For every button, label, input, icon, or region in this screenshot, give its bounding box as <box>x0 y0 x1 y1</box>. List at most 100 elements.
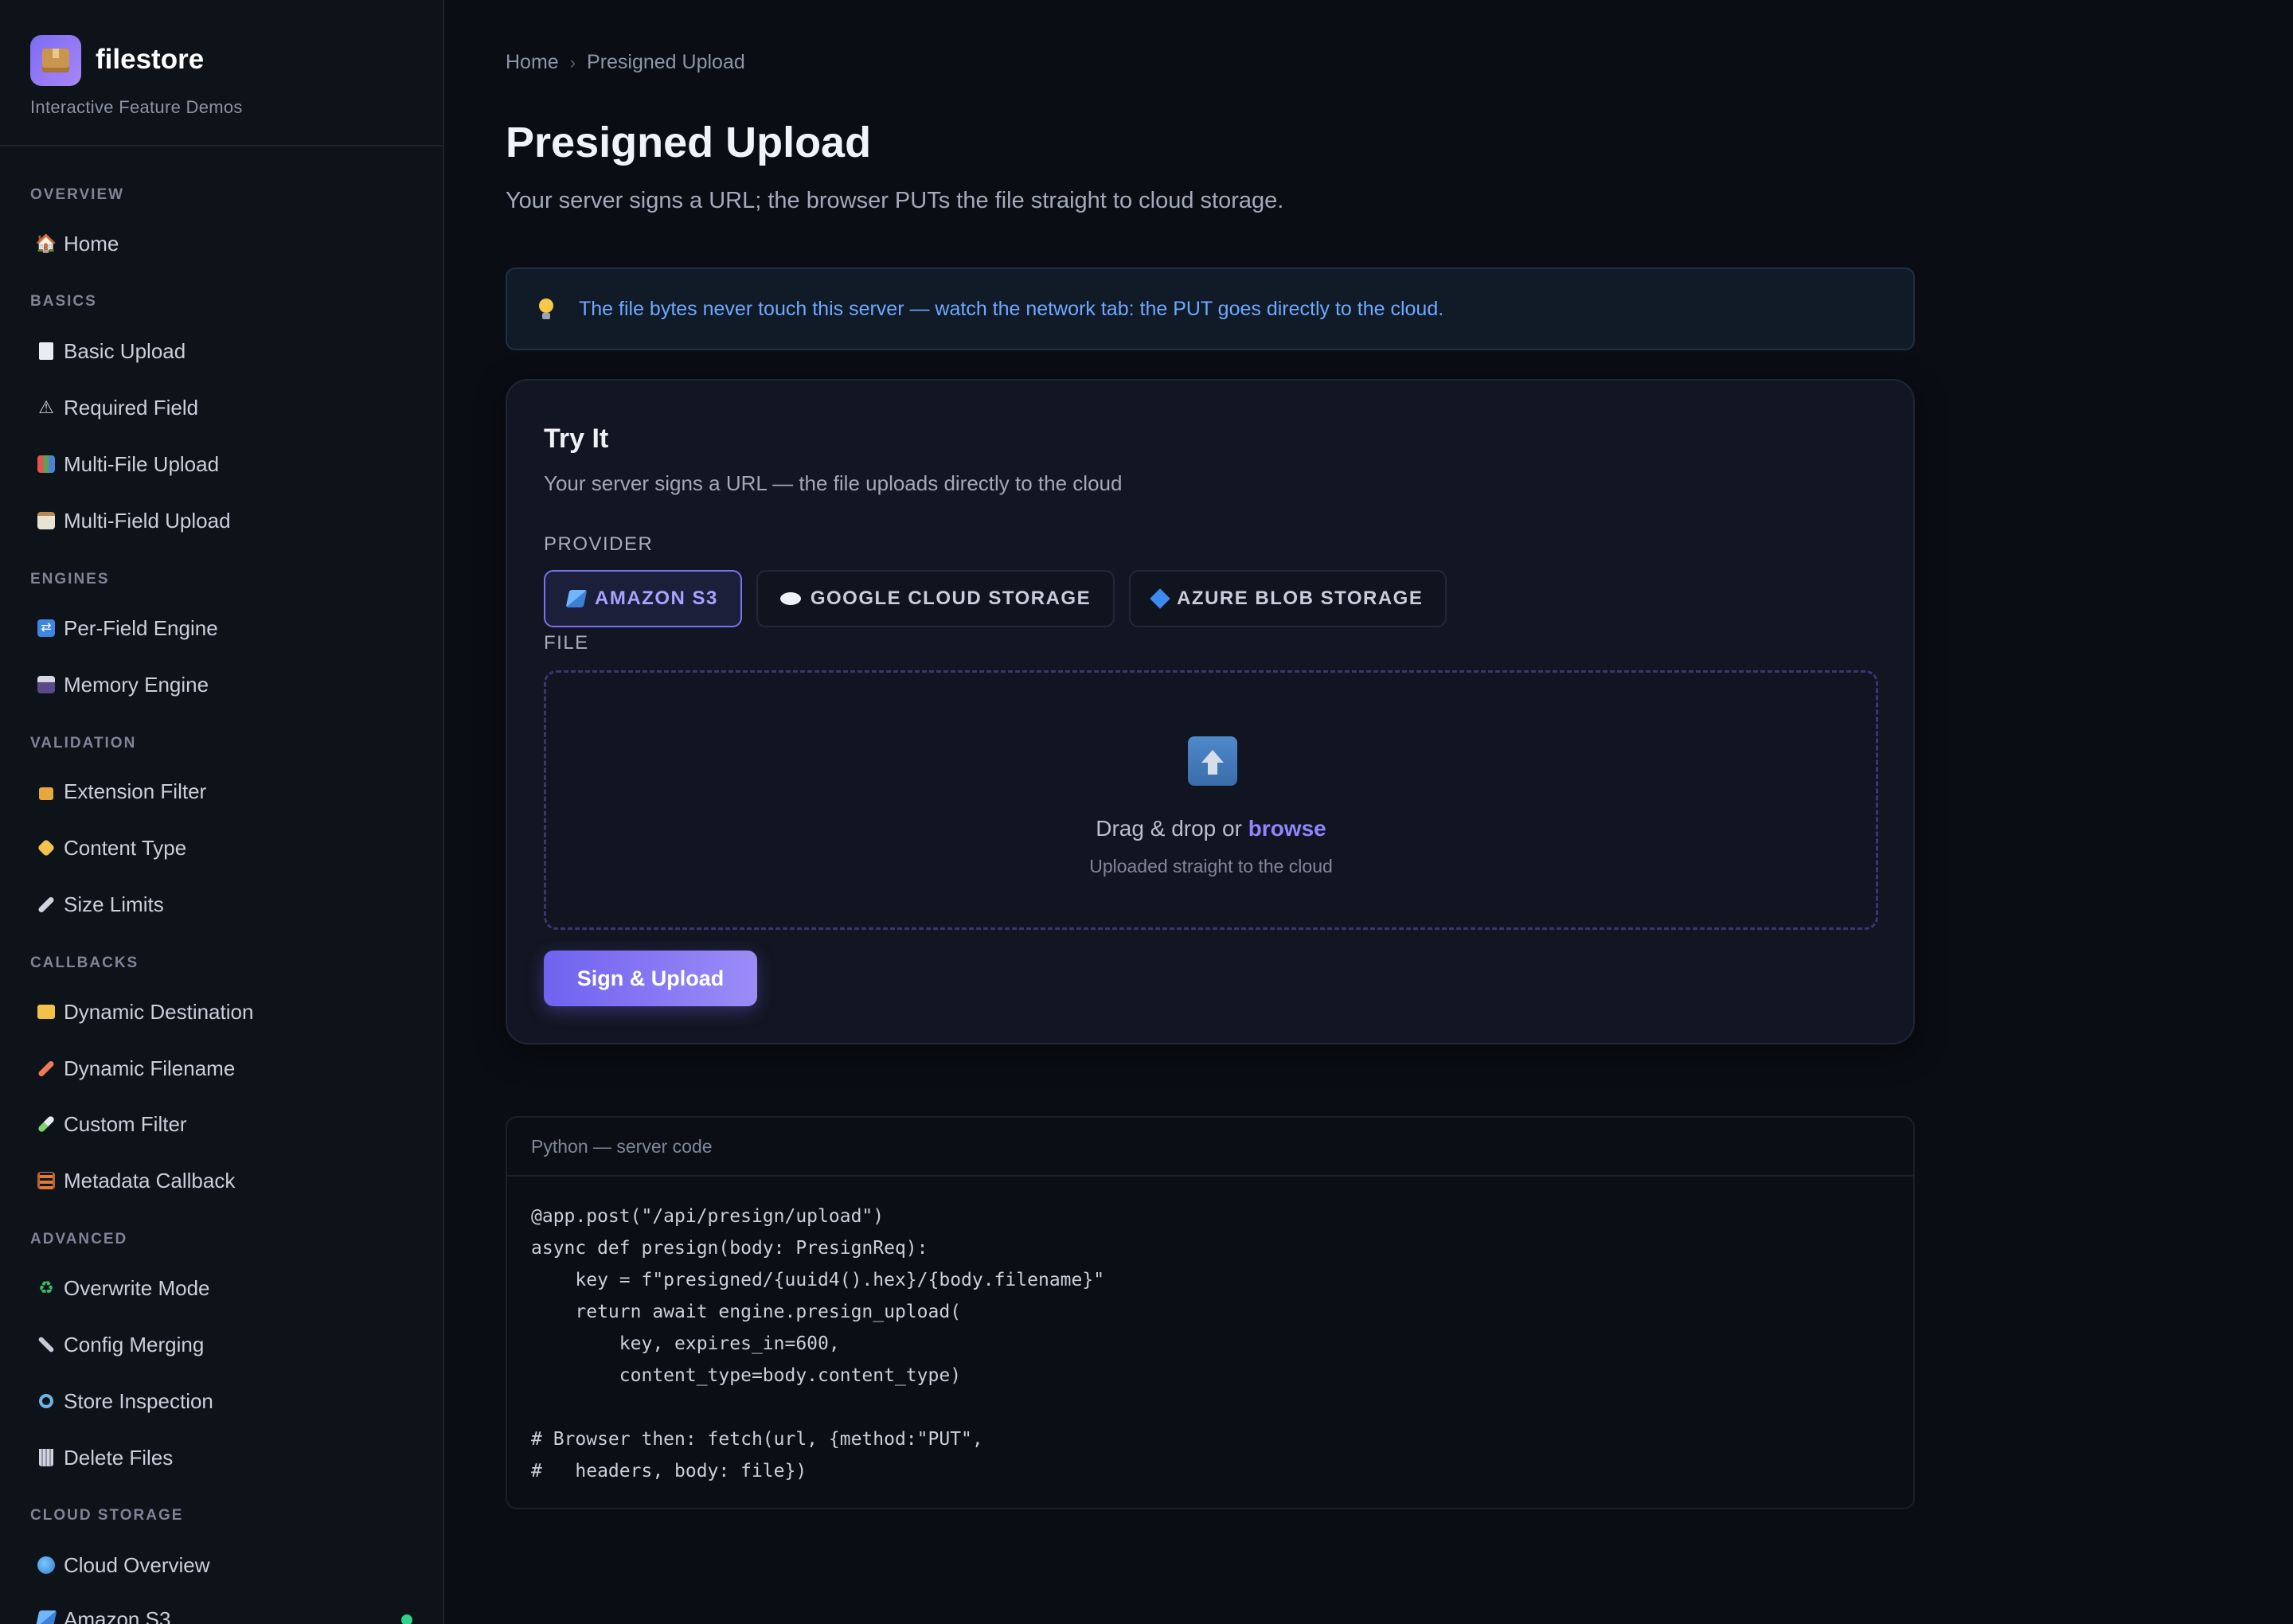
sidebar-item-dynamic-destination[interactable]: Dynamic Destination <box>30 990 412 1034</box>
sidebar-item-label: Cloud Overview <box>64 1552 210 1577</box>
dropzone-hint: Uploaded straight to the cloud <box>1089 856 1333 876</box>
brand: filestore Interactive Feature Demos <box>0 0 443 146</box>
status-online-dot <box>401 1614 412 1624</box>
card-title: Try It <box>544 424 609 454</box>
sidebar-item-label: Custom Filter <box>64 1111 187 1136</box>
nav-section-validation: VALIDATION <box>30 735 137 751</box>
sidebar-item-label: Multi-File Upload <box>64 451 220 476</box>
sidebar-item-label: Extension Filter <box>64 779 207 803</box>
code-line: return await engine.presign_upload( <box>531 1302 962 1322</box>
sidebar-item-metadata-callback[interactable]: Metadata Callback <box>30 1158 412 1203</box>
dropzone-text: Drag & drop or browse <box>546 816 1876 841</box>
magnifier-icon <box>35 1390 57 1412</box>
floppy-disk-icon <box>35 673 57 696</box>
sidebar-item-multi-file-upload[interactable]: Multi-File Upload <box>30 442 412 486</box>
file-dropzone[interactable]: Drag & drop or browse Uploaded straight … <box>544 670 1878 930</box>
sign-upload-button[interactable]: Sign & Upload <box>544 951 757 1006</box>
page-icon <box>35 340 57 362</box>
nav-section-cloud-storage: CLOUD STORAGE <box>30 1507 184 1524</box>
sidebar-item-config-merging[interactable]: Config Merging <box>30 1322 412 1367</box>
books-icon <box>35 453 57 475</box>
file-label: FILE <box>544 632 589 654</box>
nav-section-basics: BASICS <box>30 293 97 310</box>
sidebar-item-label: Per-Field Engine <box>64 615 218 640</box>
brand-name: filestore <box>96 44 205 75</box>
browse-link[interactable]: browse <box>1248 816 1326 841</box>
sidebar-item-content-type[interactable]: Content Type <box>30 826 412 870</box>
nav-section-engines: ENGINES <box>30 571 110 588</box>
sidebar-item-required-field[interactable]: ⚠ Required Field <box>30 385 412 430</box>
s3-icon <box>565 590 588 607</box>
sidebar-item-delete-files[interactable]: Delete Files <box>30 1435 412 1480</box>
chevron-right-icon: › <box>569 52 576 72</box>
card-subtitle: Your server signs a URL — the file uploa… <box>544 471 1123 495</box>
sidebar-item-store-inspection[interactable]: Store Inspection <box>30 1379 412 1423</box>
sidebar-item-label: Dynamic Destination <box>64 999 254 1024</box>
sidebar-item-multi-field-upload[interactable]: Multi-Field Upload <box>30 498 412 543</box>
ruler-icon <box>35 893 57 915</box>
sidebar-item-dynamic-filename[interactable]: Dynamic Filename <box>30 1046 412 1091</box>
nav-section-advanced: ADVANCED <box>30 1231 128 1247</box>
sidebar-item-label: Size Limits <box>64 892 164 916</box>
provider-label-text: AZURE BLOB STORAGE <box>1177 588 1424 609</box>
info-text: The file bytes never touch this server —… <box>579 297 1444 320</box>
pencil-icon <box>35 1057 57 1079</box>
nav-section-callbacks: CALLBACKS <box>30 954 139 971</box>
sidebar-item-label: Required Field <box>64 395 199 420</box>
s3-icon <box>35 1608 57 1624</box>
code-panel: Python — server code @app.post("/api/pre… <box>506 1116 1915 1509</box>
abacus-icon <box>35 1169 57 1192</box>
sidebar-item-label: Amazon S3 <box>64 1606 171 1624</box>
shuffle-icon: ⇄ <box>35 617 57 639</box>
breadcrumb-home-link[interactable]: Home <box>506 51 559 74</box>
brand-subtitle: Interactive Feature Demos <box>30 97 243 117</box>
sidebar-item-size-limits[interactable]: Size Limits <box>30 882 412 927</box>
clipboard-icon <box>35 509 57 532</box>
breadcrumb: Home › Presigned Upload <box>506 51 745 74</box>
tag-icon <box>35 837 57 859</box>
wrench-icon <box>35 1333 57 1356</box>
sidebar-item-amazon-s3[interactable]: Amazon S3 <box>30 1597 412 1624</box>
info-callout: The file bytes never touch this server —… <box>506 267 1915 350</box>
warning-icon: ⚠ <box>38 397 54 417</box>
code-header: Python — server code <box>507 1118 1913 1177</box>
provider-selector: AMAZON S3 GOOGLE CLOUD STORAGE AZURE BLO… <box>544 570 1447 627</box>
sidebar-item-label: Multi-Field Upload <box>64 508 231 533</box>
sidebar-item-extension-filter[interactable]: Extension Filter <box>30 769 412 814</box>
globe-icon <box>35 1554 57 1576</box>
diamond-icon <box>1150 588 1170 609</box>
provider-option-azure-blob-storage[interactable]: AZURE BLOB STORAGE <box>1129 570 1447 627</box>
sidebar-item-overwrite-mode[interactable]: ♻ Overwrite Mode <box>30 1266 412 1310</box>
sidebar-item-basic-upload[interactable]: Basic Upload <box>30 329 412 373</box>
sidebar-item-label: Delete Files <box>64 1445 174 1470</box>
lightbulb-icon <box>537 297 555 321</box>
sidebar-item-cloud-overview[interactable]: Cloud Overview <box>30 1543 412 1587</box>
code-line: @app.post("/api/presign/upload") <box>531 1206 885 1227</box>
provider-option-google-cloud-storage[interactable]: GOOGLE CLOUD STORAGE <box>756 570 1115 627</box>
breadcrumb-current: Presigned Upload <box>587 51 745 73</box>
sidebar-item-custom-filter[interactable]: Custom Filter <box>30 1102 412 1146</box>
sidebar-item-label: Memory Engine <box>64 672 209 697</box>
sidebar-item-label: Dynamic Filename <box>64 1056 236 1080</box>
code-line: content_type=body.content_type) <box>531 1365 962 1386</box>
nav-section-overview: OVERVIEW <box>30 186 125 203</box>
package-icon <box>30 35 81 86</box>
code-line: # Browser then: fetch(url, {method:"PUT"… <box>531 1429 983 1450</box>
recycle-icon: ♻ <box>38 1278 54 1298</box>
sidebar-item-memory-engine[interactable]: Memory Engine <box>30 662 412 707</box>
sidebar-item-per-field-engine[interactable]: ⇄ Per-Field Engine <box>30 606 412 650</box>
code-line: key, expires_in=600, <box>531 1333 840 1354</box>
sidebar-item-home[interactable]: 🏠 Home <box>30 221 412 266</box>
test-tube-icon <box>35 1113 57 1135</box>
provider-label-text: AMAZON S3 <box>595 588 718 609</box>
sidebar-item-label: Metadata Callback <box>64 1168 236 1193</box>
sidebar: filestore Interactive Feature Demos OVER… <box>0 0 444 1624</box>
page-title: Presigned Upload <box>506 119 872 166</box>
cloud-icon <box>779 592 801 605</box>
sidebar-item-label: Store Inspection <box>64 1388 213 1413</box>
provider-option-amazon-s3[interactable]: AMAZON S3 <box>544 570 742 627</box>
code-block: @app.post("/api/presign/upload") async de… <box>507 1177 1913 1487</box>
sidebar-item-label: Content Type <box>64 835 187 860</box>
page-subtitle: Your server signs a URL; the browser PUT… <box>506 188 1284 213</box>
